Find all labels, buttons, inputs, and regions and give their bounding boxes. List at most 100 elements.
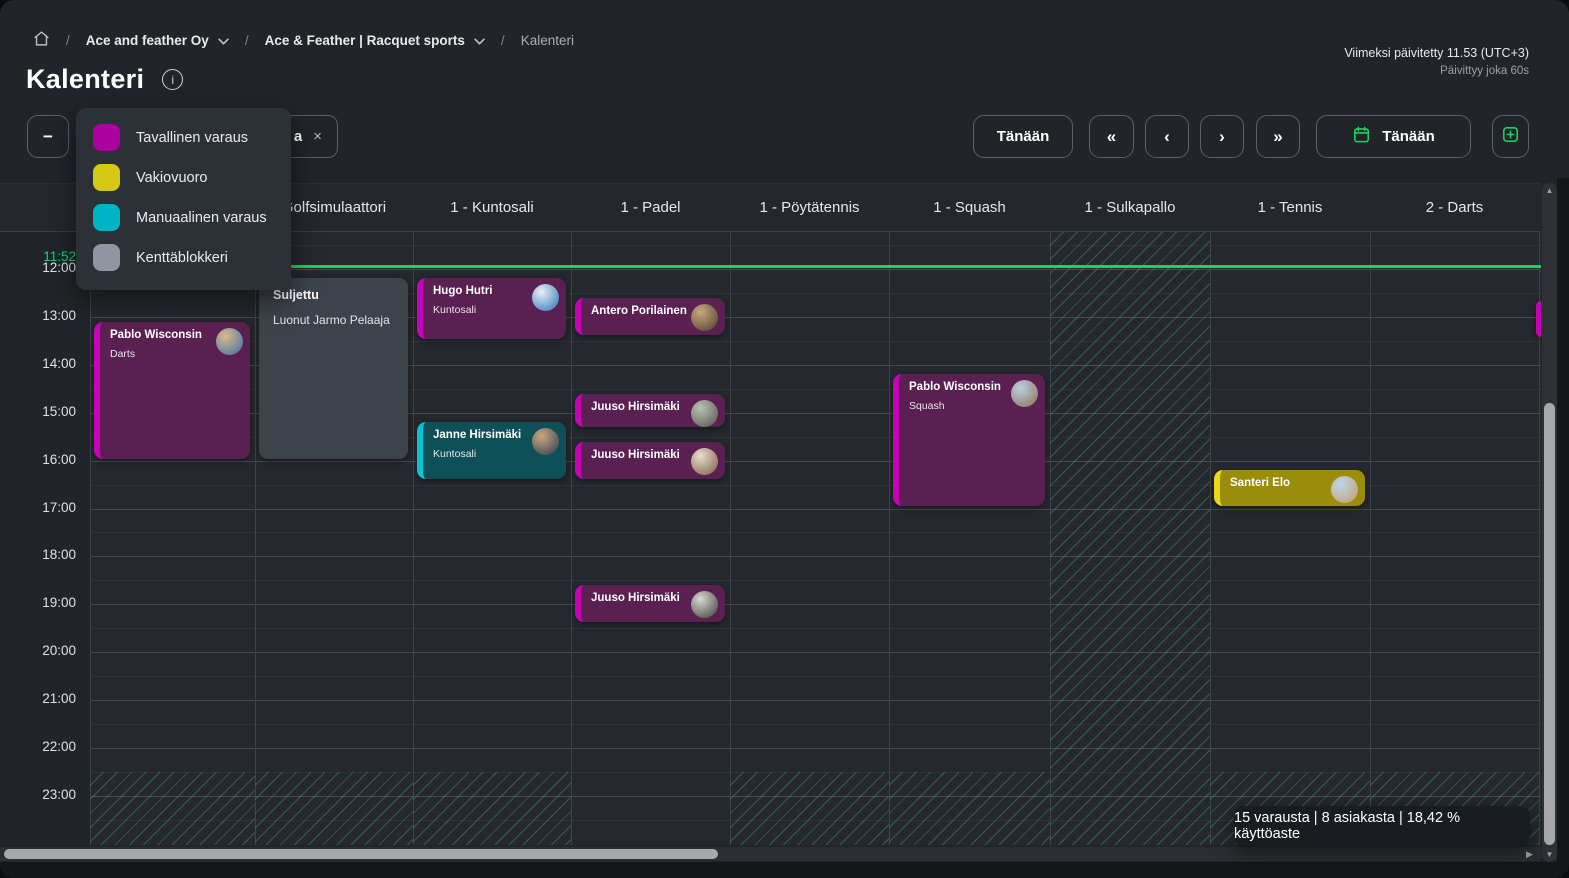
legend-item-label: Tavallinen varaus xyxy=(136,130,248,146)
column-gridline xyxy=(1210,232,1211,845)
hour-gridline xyxy=(90,509,1541,510)
window-chrome-right xyxy=(1557,178,1569,878)
closed-hours-hatch xyxy=(1050,232,1210,845)
horizontal-scrollbar[interactable] xyxy=(0,847,1541,861)
column-header: 1 - Kuntosali xyxy=(413,184,571,232)
avatar xyxy=(1331,476,1358,503)
window-chrome-bottom xyxy=(0,862,1569,878)
next-button[interactable]: › xyxy=(1200,115,1244,158)
breadcrumb-separator: / xyxy=(245,33,249,48)
half-hour-gridline xyxy=(90,580,1541,581)
avatar xyxy=(1011,380,1038,407)
scroll-right-arrow-icon[interactable]: ▶ xyxy=(1526,847,1533,861)
time-label: 17:00 xyxy=(42,500,76,515)
hour-gridline xyxy=(90,604,1541,605)
current-time-line xyxy=(90,265,1541,268)
closed-hours-hatch xyxy=(413,772,571,845)
horizontal-scrollbar-thumb[interactable] xyxy=(4,849,718,859)
home-icon[interactable] xyxy=(33,30,50,50)
time-label: 20:00 xyxy=(42,643,76,658)
hour-gridline xyxy=(90,748,1541,749)
date-picker-button[interactable]: Tänään xyxy=(1316,115,1471,158)
skip-forward-button[interactable]: » xyxy=(1256,115,1300,158)
column-header: 1 - Squash xyxy=(889,184,1050,232)
event-card[interactable]: Juuso Hirsimäki xyxy=(575,442,725,479)
legend-color-swatch xyxy=(93,124,120,151)
vertical-scrollbar[interactable]: ▲ ▼ xyxy=(1542,183,1557,862)
avatar xyxy=(691,304,718,331)
legend-item: Vakiovuoro xyxy=(93,164,277,191)
time-label: 16:00 xyxy=(42,452,76,467)
event-card[interactable] xyxy=(1536,301,1541,337)
breadcrumb-item-label: Kalenteri xyxy=(521,33,574,48)
event-card[interactable]: Santeri Elo xyxy=(1214,470,1365,507)
legend-popup: Tavallinen varaus Vakiovuoro Manuaalinen v… xyxy=(76,108,291,290)
closed-hours-hatch xyxy=(255,772,413,845)
add-booking-button[interactable] xyxy=(1492,115,1529,158)
column-gridline xyxy=(889,232,890,845)
current-time-label: 11:52 xyxy=(43,249,76,264)
closed-hours-hatch xyxy=(730,772,889,845)
legend-item: Manuaalinen varaus xyxy=(93,204,277,231)
event-card[interactable]: SuljettuLuonut Jarmo Pelaaja xyxy=(259,278,408,459)
event-title: Suljettu xyxy=(273,288,394,302)
column-gridline xyxy=(1370,232,1371,845)
breadcrumb-item[interactable]: Ace & Feather | Racquet sports xyxy=(265,33,485,48)
time-label: 14:00 xyxy=(42,356,76,371)
filter-chip-label: a xyxy=(294,128,302,145)
column-header: 1 - Padel xyxy=(571,184,730,232)
legend-color-swatch xyxy=(93,204,120,231)
column-gridline xyxy=(90,232,91,845)
prev-button[interactable]: ‹ xyxy=(1145,115,1189,158)
breadcrumb-item[interactable]: Ace and feather Oy xyxy=(86,33,229,48)
event-card[interactable]: Juuso Hirsimäki xyxy=(575,585,725,622)
calendar-grid[interactable]: Pablo WisconsinDartsSuljettuLuonut Jarmo… xyxy=(90,232,1541,845)
legend-color-swatch xyxy=(93,244,120,271)
half-hour-gridline xyxy=(90,676,1541,677)
legend-item: Kenttäblokkeri xyxy=(93,244,277,271)
close-icon[interactable]: × xyxy=(313,128,322,145)
avatar xyxy=(691,591,718,618)
today-button-label: Tänään xyxy=(997,128,1050,145)
chevron-right-icon: › xyxy=(1219,127,1225,147)
time-label: 15:00 xyxy=(42,404,76,419)
last-updated-text: Viimeksi päivitetty 11.53 (UTC+3) xyxy=(1344,44,1529,62)
half-hour-gridline xyxy=(90,532,1541,533)
chevron-down-icon xyxy=(474,33,485,48)
closed-hours-hatch xyxy=(889,772,1050,845)
breadcrumb-item[interactable]: Kalenteri xyxy=(521,33,574,48)
status-summary-text: 15 varausta | 8 asiakasta | 18,42 % käyt… xyxy=(1234,810,1530,842)
half-hour-gridline xyxy=(90,628,1541,629)
half-hour-gridline xyxy=(90,245,1541,246)
column-gridline xyxy=(255,232,256,845)
column-header: 1 - Sulkapallo xyxy=(1050,184,1210,232)
collapse-button[interactable]: − xyxy=(27,115,69,158)
double-chevron-left-icon: « xyxy=(1107,127,1116,147)
breadcrumb: / Ace and feather Oy / Ace & Feather | Racq… xyxy=(33,30,574,50)
time-label: 19:00 xyxy=(42,595,76,610)
event-card[interactable]: Janne HirsimäkiKuntosali xyxy=(417,422,566,479)
time-label: 18:00 xyxy=(42,547,76,562)
info-icon[interactable]: i xyxy=(162,69,183,90)
breadcrumb-separator: / xyxy=(66,33,70,48)
today-button[interactable]: Tänään xyxy=(973,115,1073,158)
skip-back-button[interactable]: « xyxy=(1089,115,1134,158)
refresh-interval-text: Päivittyy joka 60s xyxy=(1344,62,1529,80)
event-card[interactable]: Hugo HutriKuntosali xyxy=(417,278,566,339)
hour-gridline xyxy=(90,652,1541,653)
breadcrumb-item-label: Ace & Feather | Racquet sports xyxy=(265,33,465,48)
scroll-up-arrow-icon[interactable]: ▲ xyxy=(1542,186,1557,195)
breadcrumb-item-label: Ace and feather Oy xyxy=(86,33,209,48)
vertical-scrollbar-thumb[interactable] xyxy=(1544,403,1555,845)
app-window: / Ace and feather Oy / Ace & Feather | Racq… xyxy=(0,0,1569,878)
event-card[interactable]: Pablo WisconsinSquash xyxy=(893,374,1045,507)
legend-item-label: Kenttäblokkeri xyxy=(136,250,228,266)
closed-hours-hatch xyxy=(90,772,255,845)
event-card[interactable]: Juuso Hirsimäki xyxy=(575,394,725,427)
chevron-left-icon: ‹ xyxy=(1164,127,1170,147)
hour-gridline xyxy=(90,461,1541,462)
event-card[interactable]: Pablo WisconsinDarts xyxy=(94,322,250,459)
scroll-down-arrow-icon[interactable]: ▼ xyxy=(1542,850,1557,859)
event-card[interactable]: Antero Porilainen xyxy=(575,298,725,335)
time-label: 21:00 xyxy=(42,691,76,706)
